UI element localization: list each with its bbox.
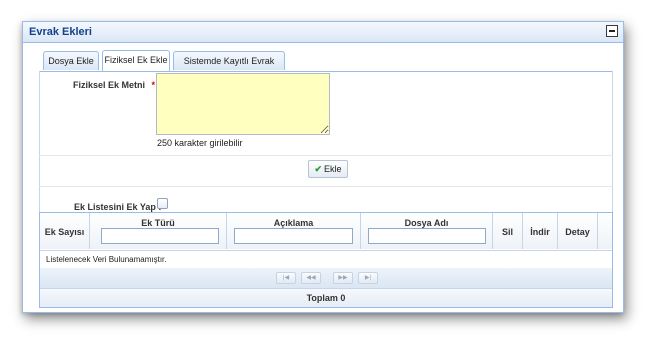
column-header-ek-turu[interactable]: Ek Türü (90, 213, 227, 249)
ek-listesi-checkbox[interactable] (157, 198, 168, 209)
fiziksel-ek-metni-label-text: Fiziksel Ek Metni (73, 80, 146, 90)
tab-sistemde-kayitli-evrak-ekle[interactable]: Sistemde Kayıtlı Evrak Ekle (173, 51, 285, 85)
dosya-adi-filter-input[interactable] (368, 228, 486, 244)
column-header-indir[interactable]: İndir (523, 213, 558, 249)
grid-pager: |◀ ◀◀ ▶▶ ▶| (40, 268, 612, 289)
tab-dosya-ekle[interactable]: Dosya Ekle (43, 51, 99, 70)
column-title: Ek Sayısı (44, 227, 85, 237)
ekler-grid: Ek Sayısı Ek Türü Açıklama Dosya Adı Sil… (39, 212, 613, 308)
empty-grid-message: Listelenecek Veri Bulunamamıştır. (40, 250, 612, 269)
column-title: Ek Türü (141, 218, 175, 228)
ek-turu-filter-input[interactable] (101, 228, 219, 244)
ekle-button-label: Ekle (324, 164, 342, 174)
panel-title: Evrak Ekleri (29, 26, 92, 38)
column-header-spacer (598, 213, 612, 249)
collapse-icon[interactable] (606, 25, 618, 37)
column-title: Dosya Adı (404, 218, 449, 228)
prev-page-icon[interactable]: ◀◀ (301, 272, 321, 284)
aciklama-filter-input[interactable] (234, 228, 353, 244)
grid-total: Toplam 0 (40, 289, 612, 307)
tab-strip: Dosya Ekle Fiziksel Ek Ekle Sistemde Kay… (39, 49, 613, 85)
column-header-dosya-adi[interactable]: Dosya Adı (361, 213, 493, 249)
column-title: Sil (501, 227, 513, 237)
char-limit-hint: 250 karakter girilebilir (157, 138, 243, 148)
column-header-detay[interactable]: Detay (558, 213, 598, 249)
divider (39, 186, 613, 187)
column-title: Detay (565, 227, 590, 237)
tab-fiziksel-ek-ekle[interactable]: Fiziksel Ek Ekle (102, 50, 170, 71)
column-title: Açıklama (273, 218, 314, 228)
fiziksel-ek-metni-field[interactable] (156, 73, 330, 135)
last-page-icon[interactable]: ▶| (358, 272, 378, 284)
column-header-aciklama[interactable]: Açıklama (227, 213, 361, 249)
divider (39, 155, 613, 156)
ek-listesi-label: Ek Listesini Ek Yap : (74, 202, 162, 212)
panel-header: Evrak Ekleri (23, 22, 623, 43)
column-title: İndir (530, 227, 550, 237)
column-header-sil[interactable]: Sil (493, 213, 523, 249)
check-icon: ✔ (314, 164, 323, 174)
first-page-icon[interactable]: |◀ (276, 272, 296, 284)
next-page-icon[interactable]: ▶▶ (333, 272, 353, 284)
evrak-ekleri-panel: Evrak Ekleri Dosya Ekle Fiziksel Ek Ekle… (22, 21, 624, 313)
column-header-ek-sayisi[interactable]: Ek Sayısı (40, 213, 90, 249)
fiziksel-ek-metni-label: Fiziksel Ek Metni * : (73, 80, 162, 90)
required-marker: * (151, 80, 156, 90)
ekle-button[interactable]: ✔ Ekle (308, 160, 348, 178)
